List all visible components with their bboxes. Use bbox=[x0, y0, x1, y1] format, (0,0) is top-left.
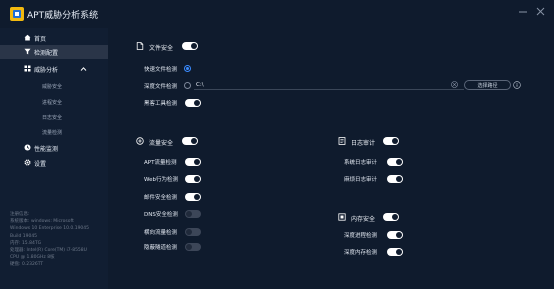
system-info-line: 处理器: Intel(R) Core(TM) i7-8558U bbox=[10, 247, 87, 253]
log-item-label: 麻烦日志审计 bbox=[344, 177, 378, 183]
system-info-line: 系统版本: windows: Microsoft bbox=[10, 219, 74, 225]
memory-icon bbox=[338, 213, 346, 221]
traffic-item-label: Web行为检测 bbox=[144, 177, 178, 183]
file-security-toggle[interactable] bbox=[182, 42, 198, 50]
traffic-item-label: 横向流量检测 bbox=[144, 230, 178, 236]
browse-path-button[interactable]: 选择路径 bbox=[464, 80, 511, 90]
sidebar-item-threat-analysis[interactable]: 威胁分析 bbox=[0, 62, 108, 76]
home-icon bbox=[24, 34, 31, 41]
info-icon[interactable] bbox=[513, 81, 521, 89]
apt-traffic-toggle[interactable] bbox=[185, 158, 201, 166]
system-info-line: CPU @ 1.80GHz 8核 bbox=[10, 255, 55, 261]
gear-icon bbox=[24, 159, 31, 166]
system-info-line: 内存: 15.84TG bbox=[10, 240, 42, 246]
app-window: APT威胁分析系统 首页 检测配置 威胁分析 威胁安全 进程安全 日志安全 流量… bbox=[0, 0, 554, 289]
sidebar-item-label: 设置 bbox=[34, 161, 47, 168]
toggle-knob bbox=[392, 214, 398, 220]
deep-scan-radio[interactable] bbox=[184, 82, 191, 89]
toggle-knob bbox=[396, 249, 402, 255]
grid-icon bbox=[24, 65, 31, 72]
toggle-knob bbox=[186, 244, 192, 250]
sidebar-item-performance[interactable]: 性能监测 bbox=[0, 141, 108, 155]
system-info-line: Build 19045 bbox=[10, 233, 38, 239]
sidebar-item-label: 性能监测 bbox=[34, 146, 59, 153]
log-item-label: 系统日志审计 bbox=[344, 160, 378, 166]
log-audit-toggle[interactable] bbox=[383, 137, 399, 145]
hacker-tool-label: 黑客工具检测 bbox=[144, 101, 178, 107]
sidebar-item-detection-config[interactable]: 检测配置 bbox=[0, 45, 108, 59]
mail-security-toggle[interactable] bbox=[185, 193, 201, 201]
toggle-knob bbox=[186, 229, 192, 235]
toggle-knob bbox=[194, 176, 200, 182]
toggle-knob bbox=[194, 194, 200, 200]
sidebar-item-settings[interactable]: 设置 bbox=[0, 156, 108, 170]
sidebar-item-label: 威胁分析 bbox=[34, 67, 59, 74]
minimize-icon[interactable] bbox=[518, 7, 528, 17]
system-info-line: Windows 10 Enterprise 10.0.19045 bbox=[10, 226, 90, 232]
sidebar-subitem-traffic-detection[interactable]: 流量检测 bbox=[42, 129, 62, 136]
file-icon bbox=[136, 42, 144, 50]
traffic-item-label: APT流量检测 bbox=[144, 160, 177, 166]
traffic-add-icon bbox=[136, 137, 144, 145]
deep-memory-toggle[interactable] bbox=[387, 248, 403, 256]
section-title-log-audit: 日志审计 bbox=[351, 140, 376, 147]
toggle-knob bbox=[396, 232, 402, 238]
section-title-memory-security: 内存安全 bbox=[351, 216, 376, 223]
hacker-tool-toggle[interactable] bbox=[185, 99, 201, 107]
lateral-traffic-toggle[interactable] bbox=[185, 228, 201, 236]
quick-scan-radio[interactable] bbox=[184, 65, 191, 72]
monitor-icon bbox=[24, 144, 31, 151]
main-panel: 文件安全 快速文件检测 深度文件检测 选择路径 黑客工具检测 流量安全 APT流… bbox=[108, 28, 554, 289]
filter-icon bbox=[24, 48, 31, 55]
log-file-icon bbox=[338, 137, 346, 145]
system-info-line: 硬盘: 0.2326TT bbox=[10, 262, 44, 268]
chevron-up-icon[interactable] bbox=[80, 66, 87, 72]
scan-path-input[interactable] bbox=[194, 80, 464, 90]
toggle-knob bbox=[194, 100, 200, 106]
deep-process-toggle[interactable] bbox=[387, 231, 403, 239]
system-info: 注册信息: 系统版本: windows: Microsoft Windows 1… bbox=[10, 211, 89, 269]
section-title-traffic-security: 流量安全 bbox=[149, 140, 174, 147]
system-info-line: 注册信息: bbox=[10, 212, 30, 217]
sidebar-item-home[interactable]: 首页 bbox=[0, 31, 108, 45]
toggle-knob bbox=[191, 43, 197, 49]
section-title-file-security: 文件安全 bbox=[149, 45, 174, 52]
toggle-knob bbox=[396, 159, 402, 165]
system-log-toggle[interactable] bbox=[387, 158, 403, 166]
title-bar: APT威胁分析系统 bbox=[0, 0, 554, 28]
traffic-item-label: DNS安全检测 bbox=[144, 212, 178, 218]
sidebar-item-label: 检测配置 bbox=[34, 50, 59, 57]
close-icon[interactable] bbox=[535, 6, 546, 17]
memory-item-label: 深度进程检测 bbox=[344, 233, 378, 239]
sidebar-subitem-log-security[interactable]: 日志安全 bbox=[42, 114, 62, 121]
toggle-knob bbox=[186, 211, 192, 217]
dns-security-toggle[interactable] bbox=[185, 210, 201, 218]
toggle-knob bbox=[396, 176, 402, 182]
covert-tunnel-toggle[interactable] bbox=[185, 243, 201, 251]
crash-log-toggle[interactable] bbox=[387, 175, 403, 183]
toggle-knob bbox=[191, 138, 197, 144]
quick-scan-label: 快速文件检测 bbox=[144, 67, 178, 73]
toggle-knob bbox=[392, 138, 398, 144]
sidebar-subitem-process-security[interactable]: 进程安全 bbox=[42, 99, 62, 106]
memory-item-label: 深度内存检测 bbox=[344, 250, 378, 256]
deep-scan-label: 深度文件检测 bbox=[144, 84, 178, 90]
toggle-knob bbox=[194, 159, 200, 165]
app-logo-icon bbox=[10, 7, 24, 21]
app-title: APT威胁分析系统 bbox=[27, 11, 99, 21]
traffic-item-label: 隐蔽隧道检测 bbox=[144, 245, 178, 251]
sidebar-subitem-threat-security[interactable]: 威胁安全 bbox=[42, 83, 62, 90]
memory-security-toggle[interactable] bbox=[383, 213, 399, 221]
traffic-security-toggle[interactable] bbox=[182, 137, 198, 145]
sidebar-item-label: 首页 bbox=[34, 36, 47, 43]
traffic-item-label: 邮件安全检测 bbox=[144, 195, 178, 201]
web-behavior-toggle[interactable] bbox=[185, 175, 201, 183]
clear-path-icon[interactable] bbox=[451, 81, 458, 88]
